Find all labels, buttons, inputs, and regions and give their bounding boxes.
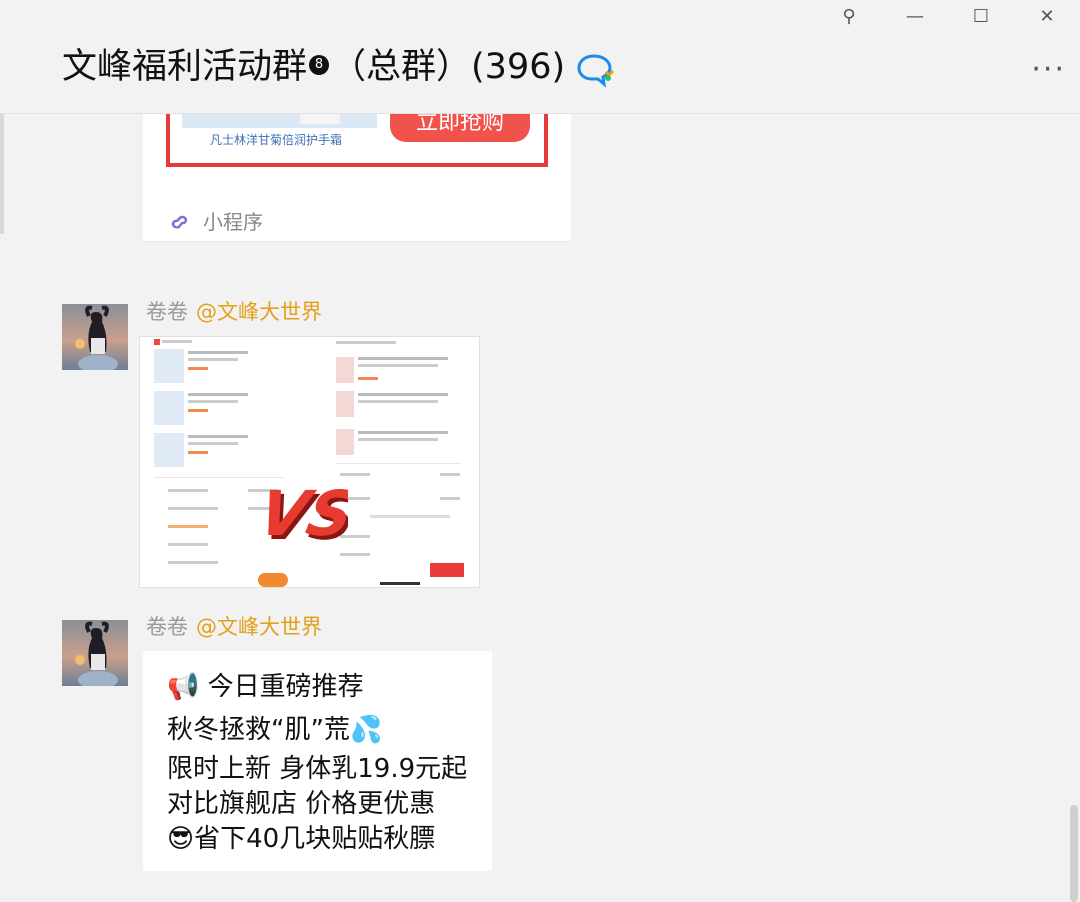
promo-buy-button[interactable]: 立即抢购: [390, 114, 530, 142]
promo-product-cap: [300, 114, 340, 124]
sender-mention[interactable]: @文峰大世界: [196, 300, 322, 324]
sender-mention[interactable]: @文峰大世界: [196, 615, 322, 639]
chat-title[interactable]: 文峰福利活动群 8 （总群）(396): [62, 42, 565, 92]
chat-header: 文峰福利活动群 8 （总群）(396) ···: [0, 32, 1080, 112]
chat-title-main: 文峰福利活动群: [62, 47, 308, 87]
message-line: 对比旗舰店 价格更优惠: [167, 789, 436, 819]
mini-program-label: 小程序: [169, 206, 263, 235]
sender-nickname[interactable]: 卷卷: [146, 615, 188, 639]
more-icon[interactable]: ···: [1031, 55, 1066, 85]
scrollbar-thumb[interactable]: [1070, 805, 1078, 902]
message-line: 😎省下40几块贴贴秋膘: [167, 824, 436, 854]
window-controls: ⚲ — ☐ ✕: [816, 0, 1080, 32]
promo-caption: 凡士林洋甘菊倍润护手霜: [210, 133, 343, 147]
promo-product-image: [182, 114, 377, 128]
title-badge: 8: [309, 55, 330, 75]
minimize-icon[interactable]: —: [882, 0, 948, 32]
screenshot-right-content: [336, 341, 464, 585]
sender-nickname[interactable]: 卷卷: [146, 300, 188, 324]
message-line: 秋冬拯救“肌”荒💦: [167, 715, 383, 745]
pin-icon[interactable]: ⚲: [816, 0, 882, 32]
message-line: 限时上新 身体乳19.9元起: [167, 754, 468, 784]
text-message-bubble[interactable]: 📢 今日重磅推荐 秋冬拯救“肌”荒💦 限时上新 身体乳19.9元起 对比旗舰店 …: [143, 651, 492, 871]
avatar[interactable]: [62, 304, 128, 370]
mini-program-card[interactable]: 凡士林洋甘菊倍润护手霜 立即抢购 小程序: [143, 114, 571, 242]
message-sender: 卷卷 @文峰大世界: [146, 296, 322, 326]
mini-program-text: 小程序: [203, 210, 263, 234]
message-sender: 卷卷 @文峰大世界: [146, 611, 322, 641]
vs-graphic: VS VS: [268, 478, 348, 553]
mini-program-icon: [171, 215, 188, 229]
left-edge: [0, 114, 4, 234]
screenshot-right: [330, 337, 470, 587]
maximize-icon[interactable]: ☐: [948, 0, 1014, 32]
vs-text: VS: [268, 478, 348, 550]
message-line: 📢 今日重磅推荐: [167, 672, 364, 702]
close-icon[interactable]: ✕: [1014, 0, 1080, 32]
promo-banner[interactable]: 凡士林洋甘菊倍润护手霜 立即抢购: [166, 114, 548, 167]
image-message[interactable]: VS VS: [139, 336, 480, 588]
group-chat-icon[interactable]: [576, 52, 616, 88]
chat-title-rest: （总群）(396): [331, 47, 566, 87]
avatar[interactable]: [62, 620, 128, 686]
